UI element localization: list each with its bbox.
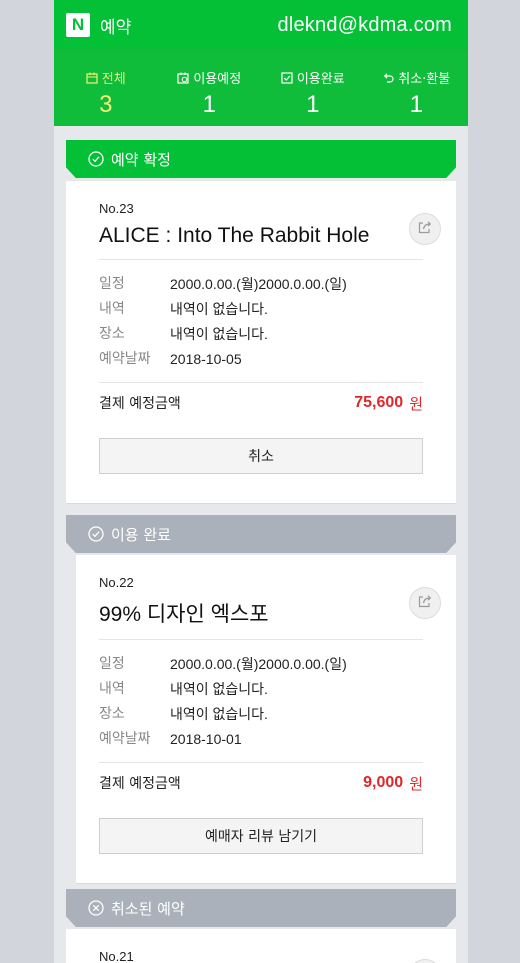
share-button[interactable] xyxy=(409,213,441,245)
price-unit: 원 xyxy=(409,774,423,793)
detail-key: 예약날짜 xyxy=(99,731,151,747)
detail-key: 장소 xyxy=(99,706,125,722)
section-header-completed: 이용 완료 xyxy=(66,515,456,553)
share-icon xyxy=(417,593,433,613)
detail-row-place: 장소 내역이 없습니다. xyxy=(99,702,423,727)
detail-value: 2000.0.00.(월)2000.0.00.(일) xyxy=(170,276,347,292)
reservation-card: No.22 99% 디자인 엑스포 일정 2000.0.00.(월)2000.0.… xyxy=(76,555,456,884)
check-circle-icon xyxy=(88,526,104,542)
calendar-icon xyxy=(86,72,98,84)
detail-key: 내역 xyxy=(99,301,125,317)
detail-key: 예약날짜 xyxy=(99,351,151,367)
app: N 예약 dleknd@kdma.com 전체 3 이용예정 1 이용완료 1 … xyxy=(54,0,468,963)
tab-upcoming-count: 1 xyxy=(202,91,216,118)
detail-value: 내역이 없습니다. xyxy=(170,681,268,697)
price-row: 결제 예정금액 75,600 원 xyxy=(99,383,423,423)
price-amount: 9,000 xyxy=(363,774,404,791)
section-header-confirmed: 예약 확정 xyxy=(66,140,456,178)
detail-row-history: 내역 내역이 없습니다. xyxy=(99,297,423,322)
tab-completed[interactable]: 이용완료 1 xyxy=(261,51,365,126)
tab-upcoming[interactable]: 이용예정 1 xyxy=(158,51,262,126)
naver-logo[interactable]: N xyxy=(66,13,90,37)
tab-completed-count: 1 xyxy=(306,91,320,118)
tab-upcoming-label: 이용예정 xyxy=(193,72,242,87)
detail-row-history: 내역 내역이 없습니다. xyxy=(99,677,423,702)
app-title: 예약 xyxy=(100,17,132,38)
detail-row-place: 장소 내역이 없습니다. xyxy=(99,322,423,347)
detail-row-schedule: 일정 2000.0.00.(월)2000.0.00.(일) xyxy=(99,652,423,677)
calendar-clock-icon xyxy=(177,72,189,84)
detail-value: 2000.0.00.(월)2000.0.00.(일) xyxy=(170,656,347,672)
tab-all-label: 전체 xyxy=(101,72,126,87)
write-review-button[interactable]: 예매자 리뷰 남기기 xyxy=(99,818,423,854)
detail-value: 내역이 없습니다. xyxy=(170,706,268,722)
tab-completed-label: 이용완료 xyxy=(296,72,345,87)
price-amount: 75,600 xyxy=(354,394,404,411)
check-box-icon xyxy=(281,71,293,84)
header: N 예약 dleknd@kdma.com xyxy=(54,0,468,50)
tab-cancelled-label: 취소·환불 xyxy=(398,72,451,87)
detail-row-date: 예약날짜 2018-10-01 xyxy=(99,727,423,752)
detail-value: 내역이 없습니다. xyxy=(170,326,268,342)
share-icon xyxy=(417,219,433,239)
reservation-number: No.23 xyxy=(99,201,134,216)
tab-cancelled[interactable]: 취소·환불 1 xyxy=(365,51,469,126)
reservation-card: No.21 xyxy=(66,929,456,963)
reservation-number: No.22 xyxy=(99,575,134,590)
tab-all-count: 3 xyxy=(99,91,113,118)
cancel-button[interactable]: 취소 xyxy=(99,438,423,474)
detail-value: 2018-10-01 xyxy=(170,731,242,747)
share-button[interactable] xyxy=(409,587,441,619)
section-title: 예약 확정 xyxy=(111,150,171,169)
detail-key: 일정 xyxy=(99,656,125,672)
price-label: 결제 예정금액 xyxy=(99,396,181,412)
detail-key: 일정 xyxy=(99,276,125,292)
section-title: 이용 완료 xyxy=(111,525,171,544)
detail-row-schedule: 일정 2000.0.00.(월)2000.0.00.(일) xyxy=(99,272,423,297)
x-circle-icon xyxy=(88,900,104,916)
detail-key: 장소 xyxy=(99,326,125,342)
price-label: 결제 예정금액 xyxy=(99,776,181,792)
tab-cancelled-count: 1 xyxy=(409,91,423,118)
undo-icon xyxy=(382,72,394,84)
reservation-details: 일정 2000.0.00.(월)2000.0.00.(일) 내역 내역이 없습니다.… xyxy=(99,260,423,383)
detail-row-date: 예약날짜 2018-10-05 xyxy=(99,347,423,372)
reservation-title[interactable]: ALICE : Into The Rabbit Hole xyxy=(99,224,423,260)
price-unit: 원 xyxy=(409,394,423,413)
detail-value: 내역이 없습니다. xyxy=(170,301,268,317)
section-title: 취소된 예약 xyxy=(111,899,185,918)
detail-value: 2018-10-05 xyxy=(170,351,242,367)
price-row: 결제 예정금액 9,000 원 xyxy=(99,763,423,803)
status-tabs: 전체 3 이용예정 1 이용완료 1 취소·환불 1 xyxy=(54,50,468,126)
check-circle-icon xyxy=(88,151,104,167)
reservation-card: No.23 ALICE : Into The Rabbit Hole 일정 200… xyxy=(66,181,456,504)
reservation-title[interactable]: 99% 디자인 엑스포 xyxy=(99,598,423,640)
section-header-cancelled: 취소된 예약 xyxy=(66,889,456,927)
user-email[interactable]: dleknd@kdma.com xyxy=(278,14,452,37)
reservation-details: 일정 2000.0.00.(월)2000.0.00.(일) 내역 내역이 없습니다.… xyxy=(99,640,423,763)
detail-key: 내역 xyxy=(99,681,125,697)
reservation-number: No.21 xyxy=(99,949,134,963)
tab-all[interactable]: 전체 3 xyxy=(54,51,158,126)
